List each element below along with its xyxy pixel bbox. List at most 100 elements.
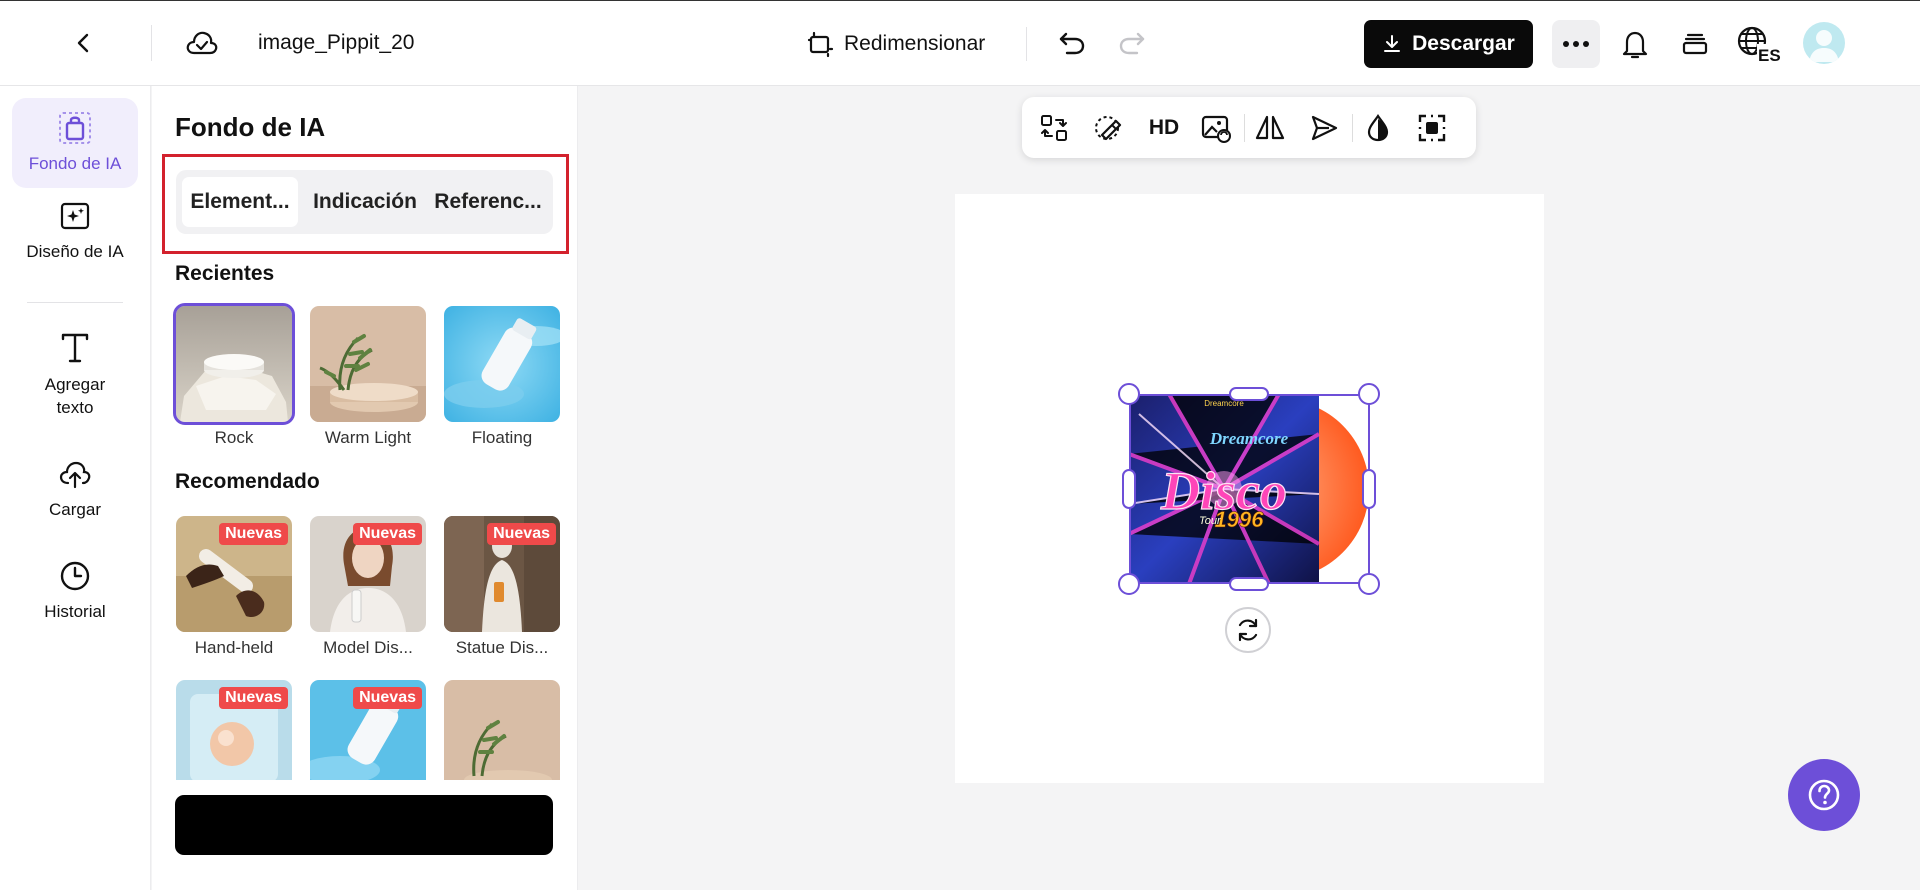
divider [151, 25, 152, 61]
floating-thumbnail [444, 306, 560, 422]
chevron-left-icon [77, 33, 89, 53]
new-badge: Nuevas [487, 523, 556, 545]
rail-label: Agregar texto [44, 375, 106, 417]
generate-button[interactable] [175, 795, 553, 855]
stack-icon [1682, 33, 1708, 55]
divider [1244, 114, 1245, 142]
send-icon [1311, 115, 1338, 141]
bell-icon [1622, 31, 1648, 59]
sparkle-image-icon [55, 196, 95, 236]
thumb-ice[interactable]: Nuevas [176, 680, 292, 780]
download-icon [1384, 35, 1401, 52]
tab-bar: Element... Indicación Referenc... [176, 170, 553, 234]
resize-handle-right[interactable] [1362, 469, 1376, 509]
left-rail: Fondo de IA Diseño de IA Agregar texto C… [0, 86, 151, 890]
new-badge: Nuevas [353, 523, 422, 545]
rail-label: Cargar [49, 500, 101, 519]
selection-box [1129, 394, 1370, 584]
cloud-save-button[interactable] [182, 23, 222, 63]
rail-item-history[interactable]: Historial [12, 556, 138, 622]
thumb-label: Hand-held [194, 638, 274, 657]
tab-reference[interactable]: Referenc... [430, 177, 546, 227]
resize-handle-top-left[interactable] [1118, 383, 1140, 405]
redo-icon [1119, 32, 1145, 55]
resize-handle-top[interactable] [1229, 387, 1269, 401]
new-badge: Nuevas [353, 687, 422, 709]
thumb-plant[interactable] [444, 680, 560, 780]
resize-handle-bottom[interactable] [1229, 577, 1269, 591]
flip-tool[interactable] [1252, 110, 1288, 146]
resize-label: Redimensionar [844, 32, 986, 55]
bag-icon [55, 108, 95, 148]
undo-button[interactable] [1052, 23, 1092, 63]
image-toolbar: HD [1022, 97, 1476, 158]
resize-icon [807, 31, 834, 58]
download-label: Descargar [1412, 32, 1515, 55]
opacity-tool[interactable] [1360, 110, 1396, 146]
thumb-statue-display[interactable]: Nuevas [444, 516, 560, 632]
thumb-hand-held[interactable]: Nuevas [176, 516, 292, 632]
download-button[interactable]: Descargar [1364, 20, 1533, 68]
divider [27, 302, 123, 303]
thumb-water[interactable]: Nuevas [310, 680, 426, 780]
tab-elements[interactable]: Element... [182, 177, 298, 227]
rock-thumbnail [176, 306, 292, 422]
send-tool[interactable] [1306, 110, 1342, 146]
rail-item-add-text[interactable]: Agregar texto [12, 328, 138, 420]
hd-tool[interactable]: HD [1144, 110, 1184, 146]
avatar[interactable] [1803, 22, 1845, 64]
redo-button[interactable] [1112, 23, 1152, 63]
more-options-button[interactable] [1552, 20, 1600, 68]
resize-handle-bottom-left[interactable] [1118, 573, 1140, 595]
clock-icon [55, 556, 95, 596]
cloud-check-icon [186, 31, 218, 55]
resize-handle-bottom-right[interactable] [1358, 573, 1380, 595]
magic-eraser-icon [1095, 116, 1122, 141]
drop-icon [1367, 114, 1389, 142]
rail-label: Fondo de IA [28, 154, 122, 173]
undo-icon [1059, 32, 1085, 55]
resize-handle-left[interactable] [1122, 469, 1136, 509]
thumb-label: Statue Dis... [455, 638, 549, 657]
flip-horizontal-icon [1255, 115, 1285, 140]
top-bar: image_Pippit_20 Redimensionar Descargar … [0, 0, 1920, 86]
help-button[interactable] [1788, 759, 1860, 831]
resize-handle-top-right[interactable] [1358, 383, 1380, 405]
thumb-floating[interactable] [444, 306, 560, 422]
crop-tool[interactable] [1414, 110, 1450, 146]
notifications-button[interactable] [1614, 23, 1656, 65]
plant-thumbnail [444, 680, 560, 780]
rail-item-ai-background[interactable]: Fondo de IA [12, 98, 138, 188]
panel-title: Fondo de IA [175, 112, 326, 142]
recent-title: Recientes [175, 262, 275, 285]
eraser-tool[interactable] [1090, 110, 1126, 146]
focus-frame-icon [1418, 114, 1446, 142]
text-icon [55, 328, 95, 368]
file-name[interactable]: image_Pippit_20 [258, 31, 416, 55]
thumb-rock[interactable] [173, 303, 295, 425]
rotate-button[interactable] [1225, 607, 1271, 653]
help-icon [1808, 779, 1840, 811]
thumb-label: Model Dis... [323, 638, 413, 657]
thumb-label: Rock [214, 428, 254, 447]
background-replace-tool[interactable] [1198, 110, 1234, 146]
new-badge: Nuevas [219, 687, 288, 709]
stack-button[interactable] [1674, 23, 1716, 65]
replace-tool[interactable] [1036, 110, 1072, 146]
thumb-model-display[interactable]: Nuevas [310, 516, 426, 632]
image-refresh-icon [1201, 115, 1231, 143]
warm-light-thumbnail [310, 306, 426, 422]
rail-label: Historial [44, 602, 106, 621]
tab-prompt[interactable]: Indicación [306, 177, 424, 227]
resize-button[interactable]: Redimensionar [806, 25, 985, 63]
rail-label: Diseño de IA [26, 242, 124, 261]
back-button[interactable] [64, 23, 104, 63]
recommended-title: Recomendado [175, 470, 320, 493]
language-button[interactable]: ES [1734, 21, 1782, 67]
language-code: ES [1758, 46, 1781, 64]
rail-item-upload[interactable]: Cargar [12, 454, 138, 520]
thumb-warm-light[interactable] [310, 306, 426, 422]
rail-item-ai-design[interactable]: Diseño de IA [12, 196, 138, 262]
user-icon [1809, 30, 1839, 62]
rotate-icon [1238, 618, 1258, 642]
